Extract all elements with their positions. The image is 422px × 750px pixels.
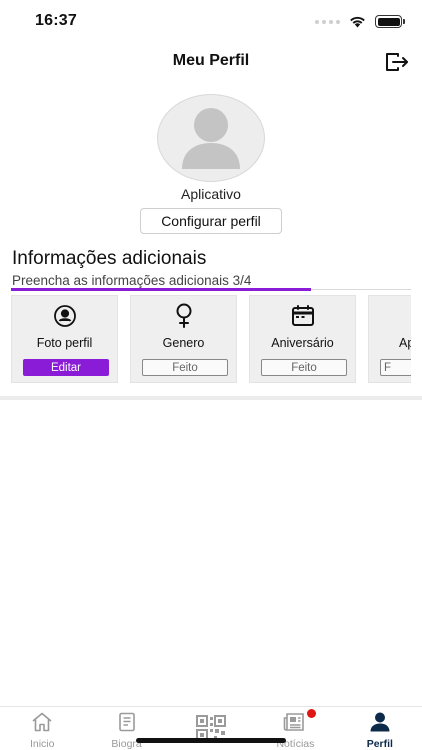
home-indicator [136,738,286,743]
logout-icon [386,53,408,71]
configure-profile-button[interactable]: Configurar perfil [140,208,282,234]
progress-track [11,288,411,291]
tab-inicio[interactable]: Inicio [0,707,84,750]
profile-photo-icon [53,305,76,327]
card-label: Aniversário [271,336,334,350]
status-bar: 16:37 [0,0,422,44]
tab-bar: Inicio Biográ Notícias Perfil [0,706,422,750]
header: Meu Perfil [0,44,422,80]
battery-icon [375,15,405,28]
info-card-gender[interactable]: Genero Feito [130,295,237,383]
calendar-icon [291,305,314,326]
card-label: Foto perfil [36,336,93,350]
section-title: Informações adicionais [12,248,207,269]
female-gender-icon [176,303,191,328]
tab-label: Inicio [29,738,55,750]
info-card-birthday[interactable]: Aniversário Feito [249,295,356,383]
card-label: Ap [399,336,411,350]
card-label: Genero [162,336,205,350]
tab-qr-code[interactable] [169,707,253,750]
home-icon [32,712,52,732]
wifi-icon [350,16,365,27]
info-card-photo[interactable]: Foto perfil Editar [11,295,118,383]
tab-biografia[interactable]: Biográ [84,707,168,750]
person-icon [370,712,390,732]
edit-photo-button[interactable]: Editar [23,359,109,376]
tab-noticias[interactable]: Notícias [253,707,337,750]
tab-label: Perfil [366,738,393,750]
section-divider [0,396,422,400]
tab-perfil[interactable]: Perfil [338,707,422,750]
avatar[interactable] [157,94,265,182]
status-icons [315,15,405,28]
unknown-icon [369,304,411,328]
section-subtitle: Preencha as informações adicionais 3/4 [12,273,252,288]
info-card-partial[interactable]: Ap F [368,295,411,383]
document-icon [118,712,135,732]
partial-done-button[interactable]: F [380,359,411,376]
info-cards-carousel[interactable]: Foto perfil Editar Genero Feito Aniversá… [11,295,411,385]
signal-icon [315,19,340,24]
notification-badge [307,709,317,718]
page-title: Meu Perfil [172,52,250,69]
gender-done-button[interactable]: Feito [142,359,228,376]
progress-fill [11,288,311,291]
profile-screen: 16:37 Meu Perfil Aplicativo Configurar p… [0,0,422,750]
birthday-done-button[interactable]: Feito [261,359,347,376]
newspaper-icon [284,713,305,731]
user-placeholder-icon [182,108,240,169]
status-time: 16:37 [35,12,77,29]
logout-button[interactable] [384,50,410,74]
profile-name: Aplicativo [181,186,241,202]
